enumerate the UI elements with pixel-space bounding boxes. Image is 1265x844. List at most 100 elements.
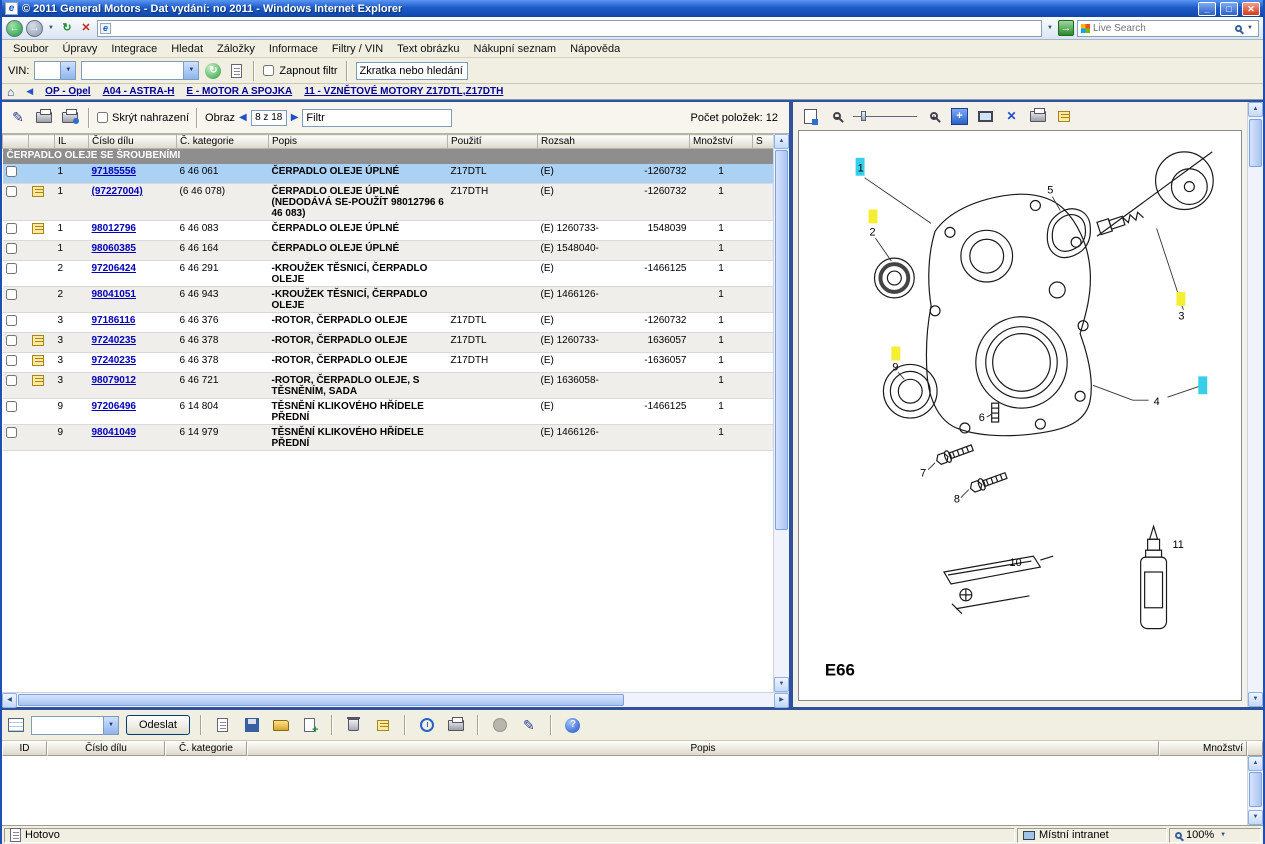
table-row[interactable]: 2 98041051 6 46 943 -KROUŽEK TĚSNICÍ, ČE… bbox=[3, 287, 774, 313]
part-number-link[interactable]: 97186116 bbox=[92, 315, 136, 326]
header-part-number[interactable]: Číslo dílu bbox=[89, 135, 177, 149]
pan-center-icon[interactable]: + bbox=[951, 108, 968, 125]
scrollbar-thumb[interactable] bbox=[775, 150, 788, 530]
callout-9[interactable]: 9 bbox=[892, 361, 898, 373]
part-number-link[interactable]: 98041049 bbox=[92, 427, 137, 438]
go-button[interactable]: → bbox=[1058, 20, 1074, 36]
scroll-up-arrow[interactable]: ▲ bbox=[774, 134, 789, 149]
print-diagram-icon[interactable] bbox=[1030, 111, 1046, 122]
edit-list-icon[interactable]: ✎ bbox=[523, 717, 535, 734]
edit-notes-icon[interactable]: ✎ bbox=[12, 109, 24, 126]
add-item-icon[interactable] bbox=[304, 718, 315, 732]
bheader-part-number[interactable]: Číslo dílu bbox=[47, 741, 165, 756]
zoom-control[interactable]: 100% ▼ bbox=[1169, 828, 1261, 843]
row-checkbox[interactable] bbox=[6, 166, 17, 177]
vin-history-arrow[interactable]: ▼ bbox=[183, 62, 198, 79]
vin-refresh-icon[interactable]: ↻ bbox=[205, 63, 221, 79]
row-checkbox[interactable] bbox=[6, 186, 17, 197]
header-description[interactable]: Popis bbox=[269, 135, 448, 149]
menu-informace[interactable]: Informace bbox=[262, 43, 325, 55]
part-number-link[interactable]: 98079012 bbox=[92, 375, 137, 386]
highlight-callout-2[interactable] bbox=[869, 209, 878, 223]
minimize-button[interactable]: _ bbox=[1198, 2, 1216, 16]
maximize-button[interactable]: □ bbox=[1220, 2, 1238, 16]
table-row[interactable]: 3 98079012 6 46 721 -ROTOR, ČERPADLO OLE… bbox=[3, 373, 774, 399]
fit-screen-icon[interactable] bbox=[978, 111, 993, 122]
list-selector-arrow[interactable]: ▼ bbox=[103, 717, 118, 734]
vin-history-combo[interactable]: ▼ bbox=[81, 61, 199, 80]
breadcrumb-astra-h[interactable]: A04 - ASTRA-H bbox=[103, 86, 175, 97]
table-row[interactable]: 2 97206424 6 46 291 -KROUŽEK TĚSNICÍ, ČE… bbox=[3, 261, 774, 287]
row-checkbox[interactable] bbox=[6, 243, 17, 254]
refresh-button[interactable]: ↻ bbox=[59, 21, 75, 36]
forward-button[interactable]: → bbox=[26, 20, 43, 37]
home-icon[interactable]: ⌂ bbox=[7, 86, 14, 98]
callout-8[interactable]: 8 bbox=[954, 493, 960, 505]
callout-3[interactable]: 3 bbox=[1178, 311, 1184, 323]
send-button[interactable]: Odeslat bbox=[126, 715, 190, 735]
table-row[interactable]: 1 98012796 6 46 083 ČERPADLO OLEJE ÚPLNÉ… bbox=[3, 221, 774, 241]
address-input[interactable] bbox=[114, 22, 1039, 35]
header-category[interactable]: Č. kategorie bbox=[177, 135, 269, 149]
callout-6[interactable]: 6 bbox=[979, 412, 985, 424]
table-row[interactable]: 1 98060385 6 46 164 ČERPADLO OLEJE ÚPLNÉ… bbox=[3, 241, 774, 261]
highlight-callout-3[interactable] bbox=[1176, 292, 1185, 306]
menu-filtry-vin[interactable]: Filtry / VIN bbox=[325, 43, 390, 55]
parts-table-scrollbar[interactable]: ▲ ▼ bbox=[773, 134, 789, 692]
menu-upravy[interactable]: Úpravy bbox=[55, 43, 104, 55]
callout-5[interactable]: 5 bbox=[1047, 185, 1053, 197]
scroll-down-arrow[interactable]: ▼ bbox=[1248, 692, 1263, 707]
scrollbar-thumb[interactable] bbox=[18, 694, 624, 706]
list-selector-combo[interactable]: ▼ bbox=[31, 716, 119, 735]
filter-input[interactable] bbox=[302, 109, 452, 127]
header-usage[interactable]: Použití bbox=[448, 135, 538, 149]
back-button[interactable]: ← bbox=[6, 20, 23, 37]
breadcrumb-back-icon[interactable]: ◀ bbox=[26, 86, 33, 97]
header-s[interactable]: S bbox=[753, 135, 774, 149]
part-number-link[interactable]: 97185556 bbox=[92, 166, 137, 177]
table-row[interactable]: 9 97206496 6 14 804 TĚSNĚNÍ KLIKOVÉHO HŘ… bbox=[3, 399, 774, 425]
breadcrumb-vznetove-motory[interactable]: 11 - VZNĚTOVÉ MOTORY Z17DTL,Z17DTH bbox=[304, 86, 503, 97]
save-icon[interactable] bbox=[245, 718, 259, 732]
menu-integrace[interactable]: Integrace bbox=[104, 43, 164, 55]
zoom-slider-handle[interactable] bbox=[861, 111, 866, 121]
help-icon[interactable]: ? bbox=[565, 718, 580, 733]
menu-zalozky[interactable]: Záložky bbox=[210, 43, 262, 55]
new-list-icon[interactable] bbox=[217, 718, 228, 732]
shopping-list-body[interactable]: ▲ ▼ bbox=[2, 756, 1263, 826]
row-checkbox[interactable] bbox=[6, 335, 17, 346]
page-scrollbar[interactable]: ▲ ▼ bbox=[1247, 102, 1263, 707]
list-grid-icon[interactable] bbox=[8, 718, 24, 732]
note-edit-icon[interactable] bbox=[377, 720, 389, 731]
scroll-down-arrow[interactable]: ▼ bbox=[1248, 810, 1263, 825]
part-number-link[interactable]: 97240235 bbox=[92, 335, 137, 346]
scroll-left-arrow[interactable]: ◀ bbox=[2, 693, 17, 708]
zoom-dropdown[interactable]: ▼ bbox=[1218, 832, 1228, 838]
highlight-callout-9[interactable] bbox=[891, 347, 900, 361]
row-checkbox[interactable] bbox=[6, 263, 17, 274]
header-qty[interactable]: Množství bbox=[690, 135, 753, 149]
header-range[interactable]: Rozsah bbox=[538, 135, 690, 149]
table-row[interactable]: 3 97186116 6 46 376 -ROTOR, ČERPADLO OLE… bbox=[3, 313, 774, 333]
diagram-canvas[interactable]: 1 2 3 4 5 6 7 8 9 10 11 E66 bbox=[798, 130, 1242, 701]
table-row[interactable]: 3 97240235 6 46 378 -ROTOR, ČERPADLO OLE… bbox=[3, 333, 774, 353]
print-settings-icon[interactable] bbox=[62, 112, 78, 123]
fit-page-icon[interactable] bbox=[804, 109, 817, 124]
next-image-button[interactable]: ▶ bbox=[291, 112, 299, 123]
vin-combo[interactable]: ▼ bbox=[34, 61, 76, 80]
part-number-link[interactable]: 98060385 bbox=[92, 243, 137, 254]
bheader-id[interactable]: ID bbox=[2, 741, 47, 756]
menu-text-obrazku[interactable]: Text obrázku bbox=[390, 43, 466, 55]
table-row[interactable]: 3 97240235 6 46 378 -ROTOR, ČERPADLO OLE… bbox=[3, 353, 774, 373]
header-il[interactable]: IL bbox=[55, 135, 89, 149]
menu-nakupni-seznam[interactable]: Nákupní seznam bbox=[467, 43, 564, 55]
address-bar[interactable]: e bbox=[97, 20, 1042, 37]
print-icon[interactable] bbox=[36, 112, 52, 123]
address-dropdown[interactable]: ▼ bbox=[1045, 25, 1055, 31]
highlight-callout-4[interactable] bbox=[1198, 376, 1207, 394]
row-checkbox[interactable] bbox=[6, 401, 17, 412]
shortcut-search-input[interactable] bbox=[356, 62, 468, 80]
scroll-up-arrow[interactable]: ▲ bbox=[1248, 756, 1263, 771]
open-folder-icon[interactable] bbox=[273, 720, 289, 731]
bheader-qty[interactable]: Množství bbox=[1159, 741, 1247, 756]
